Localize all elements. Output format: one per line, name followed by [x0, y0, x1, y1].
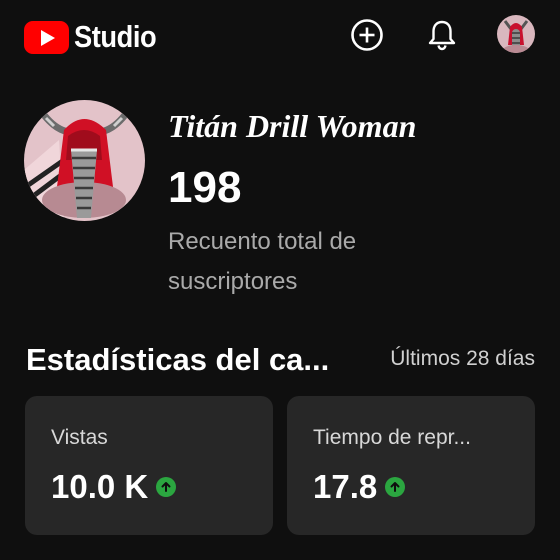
channel-name: Titán Drill Woman	[168, 108, 417, 144]
trend-up-icon	[385, 477, 406, 497]
logo-text: Studio	[74, 19, 157, 54]
channel-avatar[interactable]	[24, 100, 145, 221]
watch-time-stat-card[interactable]: Tiempo de repr... 17.8	[287, 396, 535, 535]
analytics-period: Últimos 28 días	[390, 347, 535, 370]
notifications-button[interactable]	[424, 17, 460, 53]
stat-card-label: Vistas	[51, 426, 108, 449]
stat-card-value: 10.0 K	[51, 468, 149, 505]
stat-card-value-row: 10.0 K	[51, 468, 177, 506]
add-circle-icon	[351, 19, 383, 51]
subscriber-count-label: Recuento total de suscriptores	[168, 228, 357, 295]
create-button[interactable]	[349, 17, 385, 53]
trend-up-icon	[156, 477, 177, 497]
subscriber-count: 198	[168, 163, 242, 212]
views-stat-card[interactable]: Vistas 10.0 K	[25, 396, 273, 535]
stat-card-value-row: 17.8	[313, 468, 406, 506]
stat-card-label: Tiempo de repr...	[313, 426, 471, 449]
channel-avatar-image	[24, 100, 145, 221]
analytics-section-title[interactable]: Estadísticas del ca...	[26, 342, 358, 378]
youtube-studio-logo[interactable]: Studio	[24, 19, 167, 55]
avatar-image	[497, 15, 535, 53]
bell-icon	[428, 20, 456, 51]
account-avatar[interactable]	[497, 15, 535, 53]
youtube-play-icon	[24, 20, 69, 54]
top-app-bar: Studio	[0, 0, 560, 76]
stat-card-value: 17.8	[313, 468, 378, 505]
